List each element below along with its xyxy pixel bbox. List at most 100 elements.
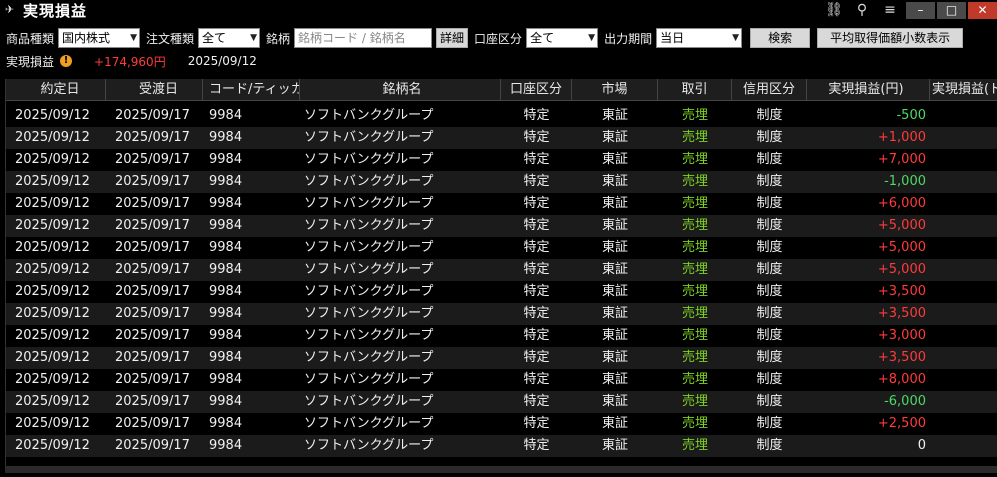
cell-margin: 制度 [756,394,783,409]
cell-code: 9984 [209,174,243,189]
pin-icon[interactable]: ✈ [5,3,19,17]
cell-trade: 売埋 [681,130,708,145]
cell-name: ソフトバンクグループ [304,218,434,233]
cell-pnl-yen: +1,000 [877,130,926,145]
cell-name: ソフトバンクグループ [304,174,434,189]
cell-margin: 制度 [756,130,783,145]
cell-account: 特定 [523,284,550,299]
cell-pnl-yen: +5,000 [877,218,926,233]
minimize-button[interactable]: – [906,1,935,19]
cell-account: 特定 [523,438,550,453]
close-button[interactable]: ✕ [968,1,997,19]
order-type-select[interactable]: 全て ▼ [198,28,261,48]
cell-name: ソフトバンクグループ [304,108,434,123]
table-row[interactable]: 2025/09/12 2025/09/17 9984 ソフトバンクグループ 特定 東証 売埋… [6,149,997,171]
cell-settle-date: 2025/09/17 [115,394,190,409]
search-button[interactable]: 検索 [750,28,811,48]
cell-account: 特定 [523,394,550,409]
menu-icon[interactable]: ≡ [876,0,904,20]
table-row[interactable]: 2025/09/12 2025/09/17 9984 ソフトバンクグループ 特定 東証 売埋… [6,105,997,127]
table-row[interactable]: 2025/09/12 2025/09/17 9984 ソフトバンクグループ 特定 東証 売埋… [6,237,997,259]
header-account[interactable]: 口座区分 [501,79,572,101]
cell-pnl-usd [930,127,997,149]
cell-pnl-usd [930,303,997,325]
cell-name: ソフトバンクグループ [304,130,434,145]
header-margin[interactable]: 信用区分 [732,79,807,101]
link-icon[interactable]: ⛓ [820,0,848,20]
cell-code: 9984 [209,218,243,233]
cell-pnl-usd [930,171,997,193]
table-row[interactable]: 2025/09/12 2025/09/17 9984 ソフトバンクグループ 特定 東証 売埋… [6,193,997,215]
cell-settle-date: 2025/09/17 [115,284,190,299]
cell-margin: 制度 [756,240,783,255]
cell-name: ソフトバンクグループ [304,416,434,431]
cell-market: 東証 [601,416,628,431]
header-trade[interactable]: 取引 [658,79,732,101]
cell-trade-date: 2025/09/12 [15,438,90,453]
header-settle-date[interactable]: 受渡日 [106,79,203,101]
cell-settle-date: 2025/09/17 [115,174,190,189]
cell-trade-date: 2025/09/12 [15,350,90,365]
cell-account: 特定 [523,108,550,123]
cell-account: 特定 [523,262,550,277]
table-row[interactable]: 2025/09/12 2025/09/17 9984 ソフトバンクグループ 特定 東証 売埋… [6,303,997,325]
summary-total-pnl: +174,960円 [94,54,166,69]
cell-pnl-usd [930,193,997,215]
cell-settle-date: 2025/09/17 [115,130,190,145]
cell-code: 9984 [209,394,243,409]
cell-market: 東証 [601,108,628,123]
search-icon[interactable]: ⚲ [848,0,876,20]
header-market[interactable]: 市場 [572,79,658,101]
header-name[interactable]: 銘柄名 [300,79,501,101]
cell-trade-date: 2025/09/12 [15,306,90,321]
cell-market: 東証 [601,152,628,167]
header-pnl-usd[interactable]: 実現損益(ド [930,79,997,101]
header-trade-date[interactable]: 約定日 [6,79,106,101]
cell-code: 9984 [209,196,243,211]
table-row[interactable]: 2025/09/12 2025/09/17 9984 ソフトバンクグループ 特定 東証 売埋… [6,281,997,303]
table-row[interactable]: 2025/09/12 2025/09/17 9984 ソフトバンクグループ 特定 東証 売埋… [6,171,997,193]
average-price-decimal-button[interactable]: 平均取得価額小数表示 [817,28,964,48]
cell-settle-date: 2025/09/17 [115,262,190,277]
warning-icon[interactable]: ! [60,55,73,67]
summary-line: 実現損益 ! +174,960円 2025/09/12 [0,52,257,70]
cell-margin: 制度 [756,372,783,387]
cell-pnl-yen: -500 [896,108,926,123]
detail-button[interactable]: 詳細 [436,28,469,48]
cell-account: 特定 [523,416,550,431]
cell-account: 特定 [523,306,550,321]
table-row[interactable]: 2025/09/12 2025/09/17 9984 ソフトバンクグループ 特定 東証 売埋… [6,259,997,281]
cell-code: 9984 [209,284,243,299]
table-row[interactable]: 2025/09/12 2025/09/17 9984 ソフトバンクグループ 特定 東証 売埋… [6,325,997,347]
symbol-input[interactable]: 銘柄コード / 銘柄名 [294,28,433,48]
cell-pnl-yen: -6,000 [884,394,926,409]
maximize-button[interactable]: □ [937,1,966,19]
cell-name: ソフトバンクグループ [304,306,434,321]
cell-code: 9984 [209,108,243,123]
header-code[interactable]: コード/ティッカー [203,79,300,101]
cell-code: 9984 [209,306,243,321]
table-row[interactable]: 2025/09/12 2025/09/17 9984 ソフトバンクグループ 特定 東証 売埋… [6,435,997,457]
table-row[interactable]: 2025/09/12 2025/09/17 9984 ソフトバンクグループ 特定 東証 売埋… [6,347,997,369]
table-row[interactable]: 2025/09/12 2025/09/17 9984 ソフトバンクグループ 特定 東証 売埋… [6,127,997,149]
cell-settle-date: 2025/09/17 [115,328,190,343]
product-type-select[interactable]: 国内株式 ▼ [58,28,141,48]
account-type-select[interactable]: 全て ▼ [526,28,599,48]
cell-margin: 制度 [756,328,783,343]
cell-settle-date: 2025/09/17 [115,350,190,365]
table-row[interactable]: 2025/09/12 2025/09/17 9984 ソフトバンクグループ 特定 東証 売埋… [6,369,997,391]
cell-trade-date: 2025/09/12 [15,328,90,343]
table-row[interactable]: 2025/09/12 2025/09/17 9984 ソフトバンクグループ 特定 東証 売埋… [6,413,997,435]
table-row[interactable]: 2025/09/12 2025/09/17 9984 ソフトバンクグループ 特定 東証 売埋… [6,215,997,237]
cell-account: 特定 [523,350,550,365]
cell-trade-date: 2025/09/12 [15,130,90,145]
output-period-label: 出力期間 [604,31,653,46]
horizontal-scrollbar[interactable] [5,466,997,473]
cell-account: 特定 [523,174,550,189]
table-row[interactable]: 2025/09/12 2025/09/17 9984 ソフトバンクグループ 特定 東証 売埋… [6,391,997,413]
header-pnl-yen[interactable]: 実現損益(円) [807,79,930,101]
account-type-label: 口座区分 [474,31,523,46]
cell-code: 9984 [209,240,243,255]
cell-margin: 制度 [756,152,783,167]
output-period-select[interactable]: 当日 ▼ [656,28,743,48]
